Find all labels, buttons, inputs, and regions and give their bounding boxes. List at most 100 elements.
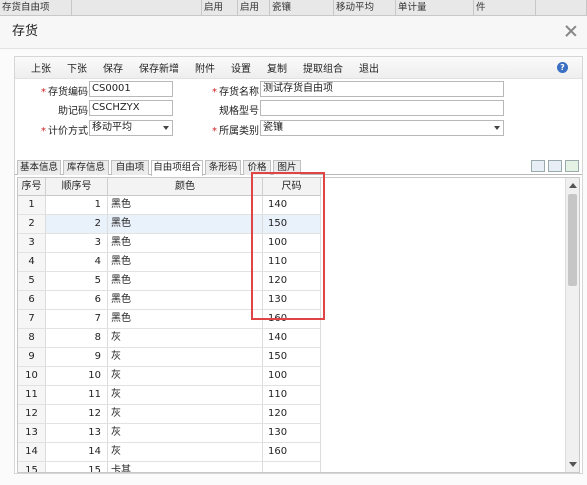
next-record-button[interactable]: 下张 bbox=[59, 60, 95, 75]
row-color-cell[interactable]: 灰 bbox=[108, 424, 263, 442]
name-label: * 存货名称 bbox=[212, 87, 259, 98]
dialog-titlebar: 存货 bbox=[0, 16, 587, 49]
row-size-cell[interactable] bbox=[263, 462, 321, 472]
tab-barcode[interactable]: 条形码 bbox=[205, 160, 241, 175]
mnemonic-field[interactable]: CSCHZYX bbox=[89, 100, 173, 116]
row-order-cell[interactable]: 15 bbox=[46, 462, 108, 472]
row-color-cell[interactable]: 黑色 bbox=[108, 234, 263, 252]
table-row[interactable]: 10 10 灰 100 bbox=[18, 367, 321, 386]
row-color-cell[interactable]: 黑色 bbox=[108, 196, 263, 214]
row-seq-cell: 1 bbox=[18, 196, 46, 214]
exit-button[interactable]: 退出 bbox=[351, 60, 387, 75]
category-label: * 所属类别 bbox=[212, 126, 259, 137]
pricing-label: * 计价方式 bbox=[41, 126, 88, 137]
scroll-down-icon[interactable] bbox=[569, 462, 577, 467]
row-size-cell[interactable]: 110 bbox=[263, 386, 321, 404]
row-order-cell[interactable]: 6 bbox=[46, 291, 108, 309]
row-color-cell[interactable]: 黑色 bbox=[108, 310, 263, 328]
category-select[interactable]: 瓷镶 bbox=[260, 120, 504, 136]
extract-combination-button[interactable]: 提取组合 bbox=[295, 60, 351, 75]
row-size-cell[interactable]: 120 bbox=[263, 405, 321, 423]
row-order-cell[interactable]: 2 bbox=[46, 215, 108, 233]
row-seq-cell: 12 bbox=[18, 405, 46, 423]
row-size-cell[interactable]: 100 bbox=[263, 367, 321, 385]
row-order-cell[interactable]: 11 bbox=[46, 386, 108, 404]
table-row[interactable]: 11 11 灰 110 bbox=[18, 386, 321, 405]
row-seq-cell: 4 bbox=[18, 253, 46, 271]
row-color-cell[interactable]: 黑色 bbox=[108, 253, 263, 271]
row-color-cell[interactable]: 黑色 bbox=[108, 215, 263, 233]
header-color: 颜色 bbox=[108, 178, 263, 196]
tab-basic-info[interactable]: 基本信息 bbox=[17, 160, 61, 175]
copy-button[interactable]: 复制 bbox=[259, 60, 295, 75]
bg-col-enabled-2: 启用 bbox=[238, 0, 270, 16]
table-row[interactable]: 12 12 灰 120 bbox=[18, 405, 321, 424]
row-seq-cell: 15 bbox=[18, 462, 46, 472]
row-color-cell[interactable]: 卡其 bbox=[108, 462, 263, 472]
save-and-new-button[interactable]: 保存新增 bbox=[131, 60, 187, 75]
name-field[interactable]: 测试存货自由项 bbox=[260, 81, 504, 97]
bg-col-extra bbox=[536, 0, 587, 16]
paste-row-icon[interactable] bbox=[548, 160, 562, 172]
tab-free-item-combination[interactable]: 自由项组合 bbox=[151, 160, 203, 176]
code-field[interactable]: CS0001 bbox=[89, 81, 173, 97]
row-order-cell[interactable]: 3 bbox=[46, 234, 108, 252]
row-seq-cell: 8 bbox=[18, 329, 46, 347]
table-row[interactable]: 9 9 灰 150 bbox=[18, 348, 321, 367]
row-color-cell[interactable]: 灰 bbox=[108, 329, 263, 347]
help-icon[interactable]: ? bbox=[557, 62, 568, 73]
scroll-thumb[interactable] bbox=[568, 194, 577, 286]
row-size-cell[interactable]: 160 bbox=[263, 443, 321, 461]
spec-field[interactable] bbox=[260, 100, 504, 116]
row-size-cell[interactable]: 150 bbox=[263, 348, 321, 366]
row-seq-cell: 7 bbox=[18, 310, 46, 328]
chevron-down-icon bbox=[163, 126, 169, 130]
row-color-cell[interactable]: 灰 bbox=[108, 405, 263, 423]
prev-record-button[interactable]: 上张 bbox=[23, 60, 59, 75]
row-seq-cell: 13 bbox=[18, 424, 46, 442]
dialog-title: 存货 bbox=[12, 24, 39, 39]
save-button[interactable]: 保存 bbox=[95, 60, 131, 75]
copy-row-icon[interactable] bbox=[531, 160, 545, 172]
row-order-cell[interactable]: 9 bbox=[46, 348, 108, 366]
bg-col-unit: 件 bbox=[474, 0, 536, 16]
row-color-cell[interactable]: 灰 bbox=[108, 367, 263, 385]
row-order-cell[interactable]: 4 bbox=[46, 253, 108, 271]
row-color-cell[interactable]: 灰 bbox=[108, 386, 263, 404]
row-color-cell[interactable]: 黑色 bbox=[108, 272, 263, 290]
attachment-button[interactable]: 附件 bbox=[187, 60, 223, 75]
bg-col-unit-type: 单计量 bbox=[396, 0, 474, 16]
row-order-cell[interactable]: 12 bbox=[46, 405, 108, 423]
row-order-cell[interactable]: 8 bbox=[46, 329, 108, 347]
row-order-cell[interactable]: 13 bbox=[46, 424, 108, 442]
row-size-cell[interactable]: 140 bbox=[263, 329, 321, 347]
row-order-cell[interactable]: 7 bbox=[46, 310, 108, 328]
vertical-scrollbar[interactable] bbox=[565, 178, 579, 472]
background-list-header: 存货自由项 启用 启用 瓷镶 移动平均 单计量 件 bbox=[0, 0, 587, 16]
row-seq-cell: 5 bbox=[18, 272, 46, 290]
scroll-up-icon[interactable] bbox=[569, 183, 577, 188]
row-order-cell[interactable]: 5 bbox=[46, 272, 108, 290]
bg-col-blank bbox=[72, 0, 202, 16]
tab-free-items[interactable]: 自由项 bbox=[111, 160, 149, 175]
row-size-cell[interactable]: 130 bbox=[263, 424, 321, 442]
row-order-cell[interactable]: 1 bbox=[46, 196, 108, 214]
row-color-cell[interactable]: 灰 bbox=[108, 443, 263, 461]
row-order-cell[interactable]: 10 bbox=[46, 367, 108, 385]
size-column-annotation-box bbox=[251, 172, 325, 320]
export-excel-icon[interactable] bbox=[565, 160, 579, 172]
table-row[interactable]: 14 14 灰 160 bbox=[18, 443, 321, 462]
close-icon[interactable] bbox=[565, 25, 577, 37]
row-color-cell[interactable]: 黑色 bbox=[108, 291, 263, 309]
row-color-cell[interactable]: 灰 bbox=[108, 348, 263, 366]
tab-stock-info[interactable]: 库存信息 bbox=[63, 160, 109, 175]
table-row[interactable]: 8 8 灰 140 bbox=[18, 329, 321, 348]
table-row[interactable]: 15 15 卡其 bbox=[18, 462, 321, 472]
pricing-select[interactable]: 移动平均 bbox=[89, 120, 173, 136]
settings-button[interactable]: 设置 bbox=[223, 60, 259, 75]
row-seq-cell: 2 bbox=[18, 215, 46, 233]
table-row[interactable]: 13 13 灰 130 bbox=[18, 424, 321, 443]
row-seq-cell: 10 bbox=[18, 367, 46, 385]
row-seq-cell: 11 bbox=[18, 386, 46, 404]
row-order-cell[interactable]: 14 bbox=[46, 443, 108, 461]
